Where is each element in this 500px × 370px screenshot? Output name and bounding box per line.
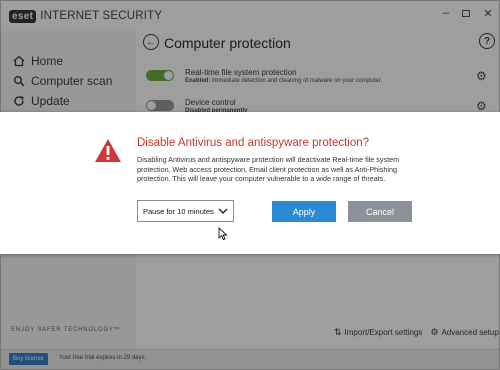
warning-icon (95, 139, 121, 162)
duration-select[interactable]: Pause for 10 minutes (137, 200, 234, 222)
duration-select-value: Pause for 10 minutes (143, 206, 214, 216)
apply-button[interactable]: Apply (272, 201, 336, 222)
cancel-button[interactable]: Cancel (348, 201, 412, 222)
dialog-title: Disable Antivirus and antispyware protec… (137, 137, 370, 149)
disable-protection-dialog: Disable Antivirus and antispyware protec… (0, 112, 500, 254)
dialog-message: Disabling Antivirus and antispyware prot… (137, 155, 400, 183)
mouse-cursor-icon (218, 227, 228, 241)
chevron-down-icon (218, 208, 228, 214)
